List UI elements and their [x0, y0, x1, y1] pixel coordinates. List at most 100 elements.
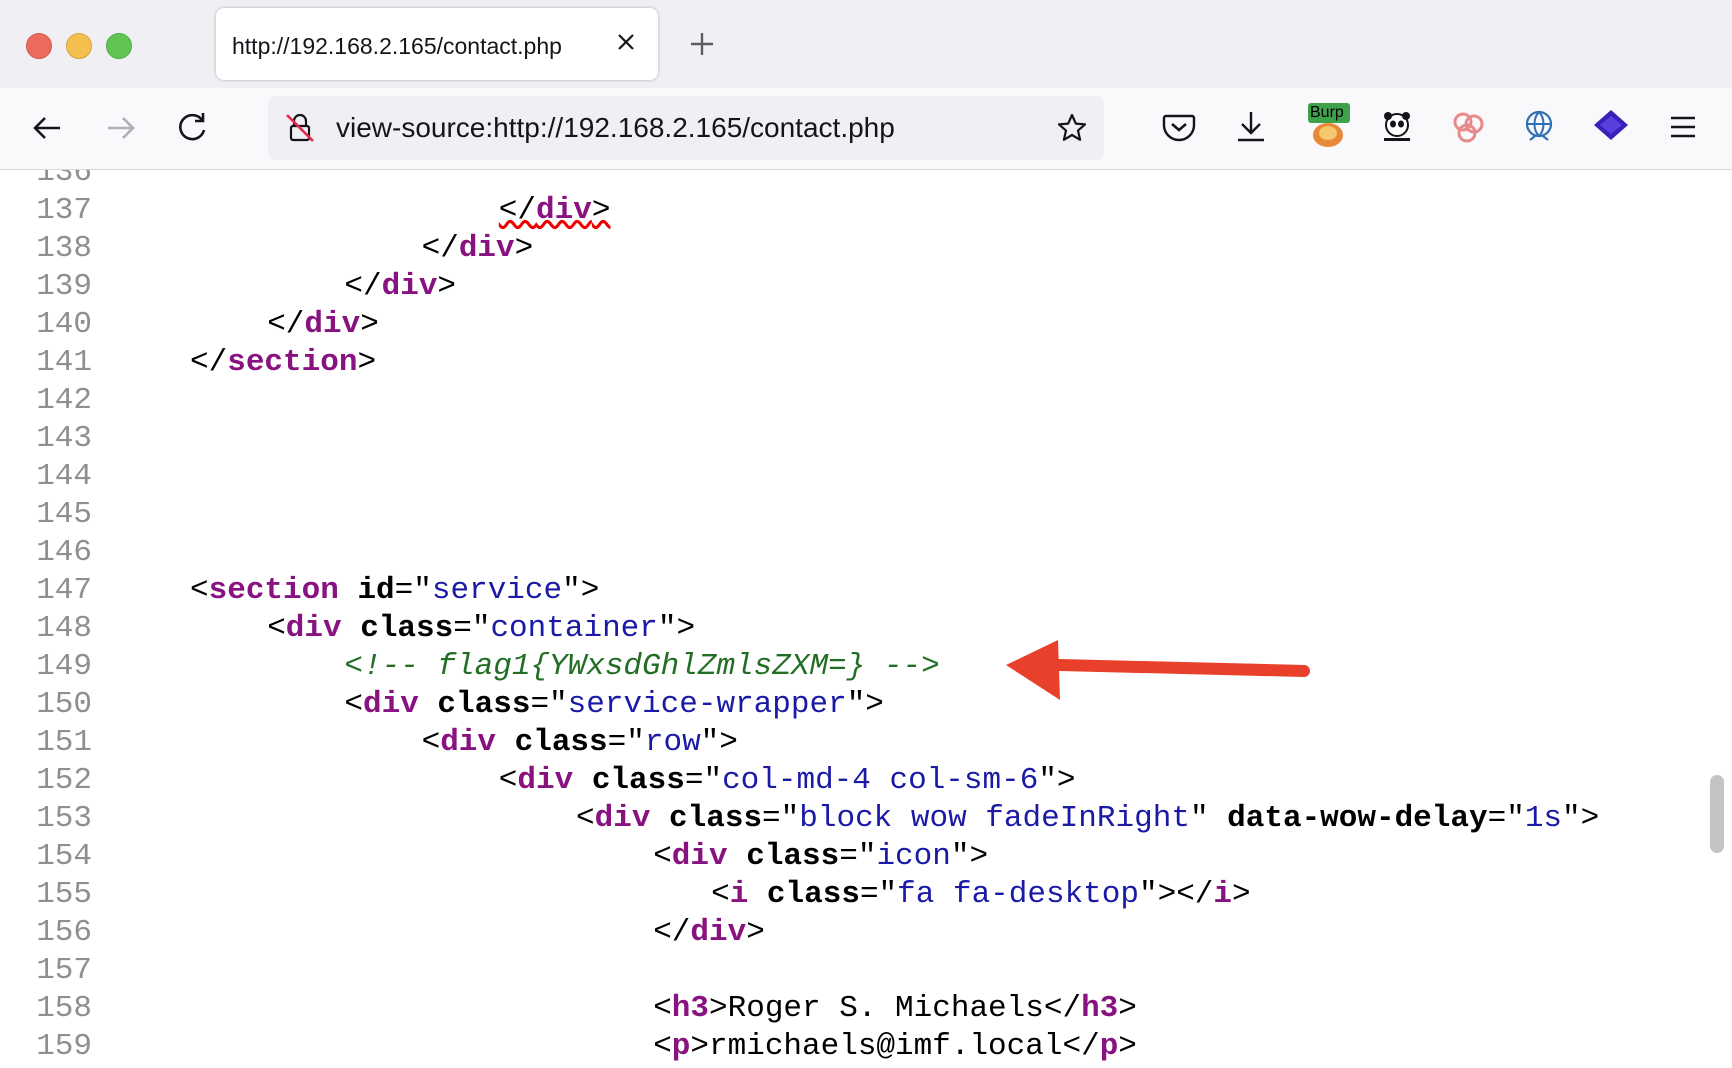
- code-text: </: [498, 193, 537, 228]
- line-number: 152: [36, 763, 92, 798]
- source-code-view[interactable]: 136 137 </div> 138 </div> 139 </div> 140 </div> 1…: [0, 170, 1732, 1068]
- proxy-globe-icon[interactable]: [1518, 106, 1560, 148]
- line-code: <div class="service-wrapper">: [344, 686, 884, 724]
- html-comment: <!-- flag1{YWxsdGhlZmlsZXM=} -->: [344, 649, 940, 684]
- attribute-value: col-md-4 col-sm-6: [722, 763, 1039, 798]
- attribute-value: fa fa-desktop: [897, 877, 1139, 912]
- code-text: >: [746, 915, 765, 950]
- panda-extension-icon[interactable]: [1376, 106, 1418, 148]
- line-number: 159: [36, 1029, 92, 1064]
- code-text: <: [653, 839, 672, 874]
- line-code: </div>: [422, 230, 534, 268]
- line-number: 150: [36, 687, 92, 722]
- code-text: =": [859, 877, 898, 912]
- new-tab-plus-icon[interactable]: [684, 26, 720, 62]
- vertical-scrollbar[interactable]: [1710, 775, 1724, 853]
- attribute-name: class: [591, 763, 685, 798]
- tag-name: div: [363, 687, 419, 722]
- url-bar[interactable]: view-source:http://192.168.2.165/contact…: [268, 96, 1104, 160]
- code-text: >: [1118, 1029, 1137, 1064]
- attribute-name: class: [360, 611, 454, 646]
- browser-tab[interactable]: http://192.168.2.165/contact.php: [216, 8, 658, 80]
- menu-hamburger-icon[interactable]: [1662, 106, 1704, 148]
- layers-extension-icon[interactable]: [1590, 106, 1632, 148]
- line-number: 153: [36, 801, 92, 836]
- attribute-name: id: [357, 573, 395, 608]
- line-number: 157: [36, 953, 92, 988]
- line-number: 156: [36, 915, 92, 950]
- line-code: <h3>Roger S. Michaels</h3>: [653, 990, 1137, 1028]
- line-code: <div class="container">: [267, 610, 695, 648]
- attribute-name: class: [514, 725, 608, 760]
- line-code: <div class="row">: [422, 724, 738, 762]
- reload-icon[interactable]: [172, 108, 212, 148]
- burp-logo-icon: [1313, 123, 1343, 147]
- code-text: >: [357, 345, 377, 380]
- code-text: ">: [657, 611, 696, 646]
- line-code: <section id="service">: [190, 572, 599, 610]
- tag-name: div: [381, 269, 438, 304]
- tag-name: div: [671, 839, 728, 874]
- line-code: </div>: [499, 192, 611, 230]
- code-text: =": [839, 839, 877, 874]
- attribute-name: class: [766, 877, 860, 912]
- zoom-window-button[interactable]: [106, 33, 132, 59]
- code-text: =": [530, 687, 568, 722]
- code-text: =": [684, 763, 723, 798]
- line-number: 141: [36, 345, 92, 380]
- line-code: </div>: [344, 268, 456, 306]
- line-number: 155: [36, 877, 92, 912]
- insecure-lock-icon[interactable]: [282, 110, 318, 146]
- url-text[interactable]: view-source:http://192.168.2.165/contact…: [336, 112, 895, 144]
- tag-name: div: [517, 763, 574, 798]
- line-code: <p>rmichaels@imf.local</p>: [653, 1028, 1137, 1066]
- code-text: ">: [1562, 801, 1600, 836]
- tag-name: div: [690, 915, 747, 950]
- attribute-value: row: [644, 725, 701, 760]
- code-text: >: [360, 307, 379, 342]
- code-text: </: [267, 307, 305, 342]
- line-number: 145: [36, 497, 92, 532]
- navigation-toolbar: view-source:http://192.168.2.165/contact…: [0, 88, 1732, 170]
- code-text: >: [591, 193, 611, 228]
- line-number: 149: [36, 649, 92, 684]
- minimize-window-button[interactable]: [66, 33, 92, 59]
- line-code: </section>: [190, 344, 376, 382]
- line-number: 147: [36, 573, 92, 608]
- code-text: >: [1118, 991, 1137, 1026]
- code-text: >Roger S. Michaels</: [709, 991, 1082, 1026]
- line-number: 136: [36, 170, 92, 190]
- pocket-icon[interactable]: [1158, 106, 1200, 148]
- line-code: <div class="block wow fadeInRight" data-…: [576, 800, 1599, 838]
- tab-title: http://192.168.2.165/contact.php: [232, 33, 562, 59]
- download-icon[interactable]: [1230, 106, 1272, 148]
- bookmark-star-icon[interactable]: [1054, 110, 1090, 146]
- rings-extension-icon[interactable]: [1447, 106, 1489, 148]
- close-icon[interactable]: [610, 26, 642, 58]
- back-arrow-icon[interactable]: [28, 108, 68, 148]
- line-code: <div class="col-md-4 col-sm-6">: [499, 762, 1076, 800]
- forward-arrow-icon[interactable]: [100, 108, 140, 148]
- close-window-button[interactable]: [26, 33, 52, 59]
- line-number: 158: [36, 991, 92, 1026]
- code-text: </: [653, 915, 691, 950]
- line-number: 144: [36, 459, 92, 494]
- tag-name: i: [1213, 877, 1233, 912]
- code-text: </: [421, 231, 459, 266]
- line-number: 142: [36, 383, 92, 418]
- code-text: <: [653, 1029, 672, 1064]
- tag-name: h3: [671, 991, 710, 1026]
- burp-label: Burp: [1308, 103, 1350, 123]
- code-text: <: [711, 877, 730, 912]
- line-number: 137: [36, 193, 92, 228]
- line-number: 140: [36, 307, 92, 342]
- attribute-name: class: [669, 801, 763, 836]
- attribute-value: 1s: [1524, 801, 1563, 836]
- code-text: =": [453, 611, 491, 646]
- tag-name: div: [594, 801, 651, 836]
